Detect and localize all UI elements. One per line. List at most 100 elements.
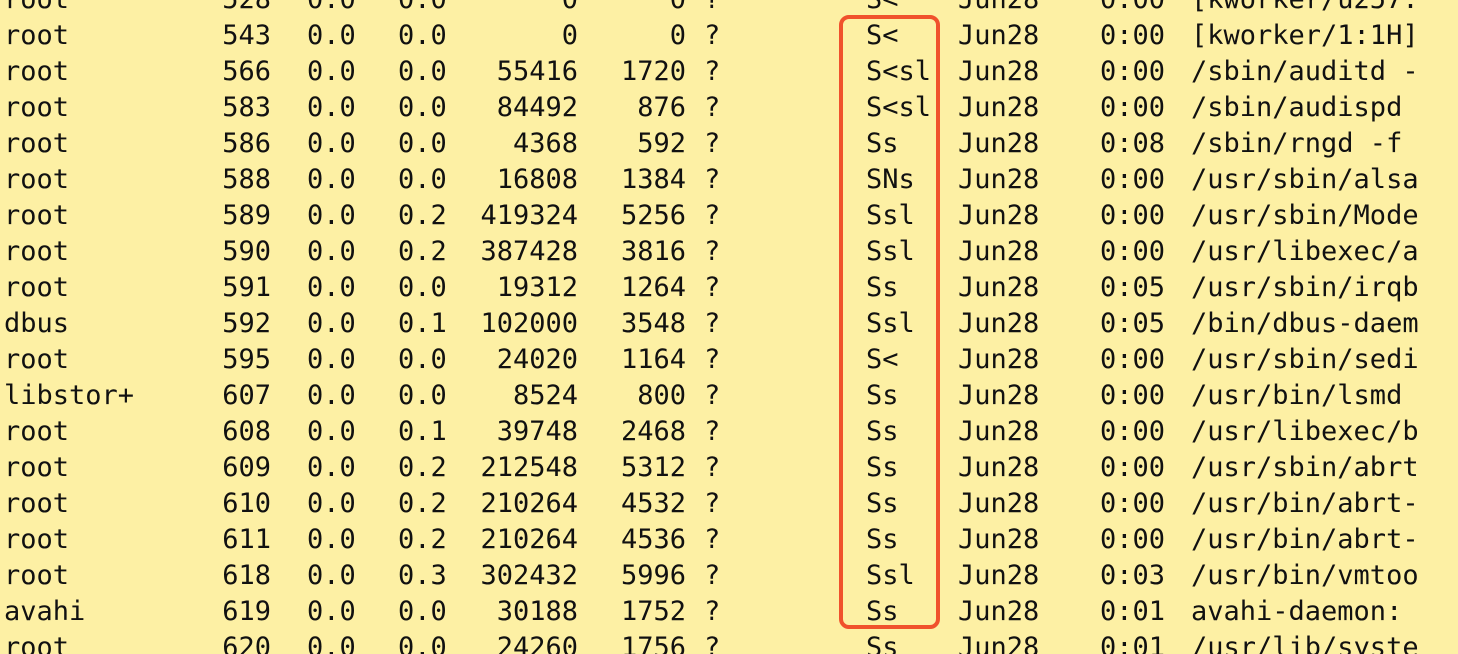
vsz-cell: 102000 [480, 308, 578, 339]
rss-cell: 4536 [620, 524, 686, 555]
tty-cell: ? [704, 200, 721, 231]
command-cell: /sbin/auditd - [1191, 56, 1419, 87]
time-cell: 0:00 [1100, 488, 1166, 519]
start-cell: Jun28 [958, 344, 1040, 375]
start-cell: Jun28 [958, 308, 1040, 339]
time-cell: 0:05 [1100, 308, 1166, 339]
start-cell: Jun28 [958, 452, 1040, 483]
command-cell: /usr/sbin/Mode [1191, 200, 1419, 231]
cpu-cell: 0.0 [307, 488, 356, 519]
stat-cell: S< [866, 344, 899, 375]
vsz-cell: 0 [460, 0, 578, 18]
start-cell: Jun28 [958, 200, 1040, 231]
tty-cell: ? [704, 344, 721, 375]
command-cell: /usr/bin/abrt- [1191, 488, 1419, 519]
rss-cell: 1756 [620, 632, 686, 654]
user-cell: root [4, 344, 70, 375]
stat-cell: Ss [866, 488, 899, 519]
tty-cell: ? [704, 236, 721, 267]
time-cell: 0:00 [1100, 524, 1166, 555]
command-cell: /usr/sbin/sedi [1191, 344, 1419, 375]
process-row: dbus 592 0.0 0.1 102000 3548? Ssl Jun28 0:05/bin… [0, 306, 1458, 342]
stat-cell: Ss [866, 380, 899, 411]
mem-cell: 0.0 [398, 344, 447, 375]
vsz-cell: 387428 [480, 236, 578, 267]
command-cell: [kworker/u257: [1191, 0, 1419, 18]
stat-cell: Ssl [866, 236, 915, 267]
time-cell: 0:05 [1100, 272, 1166, 303]
start-cell: Jun28 [958, 596, 1040, 627]
mem-cell: 0.0 [398, 272, 447, 303]
stat-cell: Ss [866, 128, 899, 159]
tty-cell: ? [704, 380, 721, 411]
time-cell: 0:00 [1100, 92, 1166, 123]
stat-cell: Ss [866, 452, 899, 483]
start-cell: Jun28 [958, 20, 1040, 51]
cpu-cell: 0.0 [307, 128, 356, 159]
command-cell: /usr/bin/abrt- [1191, 524, 1419, 555]
time-cell: 0:00 [1100, 344, 1166, 375]
vsz-cell: 16808 [496, 164, 578, 195]
process-row: root 609 0.0 0.2 212548 5312? Ss Jun28 0:00/usr/… [0, 450, 1458, 486]
start-cell: Jun28 [958, 488, 1040, 519]
pid-cell: 609 [222, 452, 271, 483]
process-row: root 566 0.0 0.0 55416 1720? S<sl Jun28 0:00/sbi… [0, 54, 1458, 90]
tty-cell: ? [704, 164, 721, 195]
tty-cell: ? [704, 56, 721, 87]
stat-cell: S< [866, 20, 899, 51]
start-cell: Jun28 [958, 560, 1040, 591]
command-cell: /usr/libexec/a [1191, 236, 1419, 267]
cpu-cell: 0.0 [307, 632, 356, 654]
mem-cell: 0.0 [398, 0, 447, 18]
time-cell: 0:08 [1100, 128, 1166, 159]
mem-cell: 0.1 [398, 308, 447, 339]
command-cell: /usr/lib/syste [1191, 632, 1419, 654]
pid-cell: 590 [222, 236, 271, 267]
time-cell: 0:00 [1100, 164, 1166, 195]
stat-cell: Ss [866, 272, 899, 303]
rss-cell: 1164 [620, 344, 686, 375]
process-row: root 586 0.0 0.0 4368 592? Ss Jun28 0:08/sbin/rn… [0, 126, 1458, 162]
mem-cell: 0.0 [398, 128, 447, 159]
tty-cell: ? [704, 20, 721, 51]
cpu-cell: 0.0 [307, 20, 356, 51]
pid-cell: 619 [222, 596, 271, 627]
process-row: root 591 0.0 0.0 19312 1264? Ss Jun28 0:05/usr/s… [0, 270, 1458, 306]
time-cell: 0:01 [1100, 632, 1166, 654]
terminal-output: root5280.00.000?S<Jun280:00[kworker/u257… [0, 0, 1458, 654]
stat-cell: Ss [866, 524, 899, 555]
cpu-cell: 0.0 [307, 344, 356, 375]
pid-cell: 589 [222, 200, 271, 231]
rss-cell: 1384 [620, 164, 686, 195]
pid-cell: 611 [222, 524, 271, 555]
vsz-cell: 30188 [496, 596, 578, 627]
cpu-cell: 0.0 [307, 164, 356, 195]
cpu-cell: 0.0 [307, 56, 356, 87]
pid-cell: 583 [222, 92, 271, 123]
mem-cell: 0.1 [398, 416, 447, 447]
time-cell: 0:00 [1100, 0, 1165, 18]
vsz-cell: 4368 [512, 128, 578, 159]
tty-cell: ? [704, 92, 721, 123]
start-cell: Jun28 [958, 380, 1040, 411]
user-cell: root [4, 0, 69, 18]
stat-cell: S<sl [866, 92, 932, 123]
mem-cell: 0.2 [398, 488, 447, 519]
tty-cell: ? [704, 596, 721, 627]
process-row: avahi 619 0.0 0.0 30188 1752? Ss Jun28 0:01 avahi… [0, 594, 1458, 630]
tty-cell: ? [704, 0, 720, 18]
start-cell: Jun28 [958, 272, 1040, 303]
cpu-cell: 0.0 [307, 560, 356, 591]
pid-cell: 591 [222, 272, 271, 303]
process-row: root 583 0.0 0.0 84492 876? S<sl Jun28 0:00/sbin… [0, 90, 1458, 126]
command-cell: /sbin/audispd [1191, 92, 1403, 123]
mem-cell: 0.2 [398, 524, 447, 555]
rss-cell: 0 [669, 20, 686, 51]
cpu-cell: 0.0 [307, 0, 356, 18]
process-row: root 588 0.0 0.0 16808 1384? SNs Jun28 0:00/usr/… [0, 162, 1458, 198]
command-cell: /bin/dbus-daem [1191, 308, 1419, 339]
stat-cell: Ssl [866, 308, 915, 339]
start-cell: Jun28 [958, 416, 1040, 447]
process-row: root 618 0.0 0.3 302432 5996? Ssl Jun28 0:03/usr… [0, 558, 1458, 594]
cpu-cell: 0.0 [307, 416, 356, 447]
